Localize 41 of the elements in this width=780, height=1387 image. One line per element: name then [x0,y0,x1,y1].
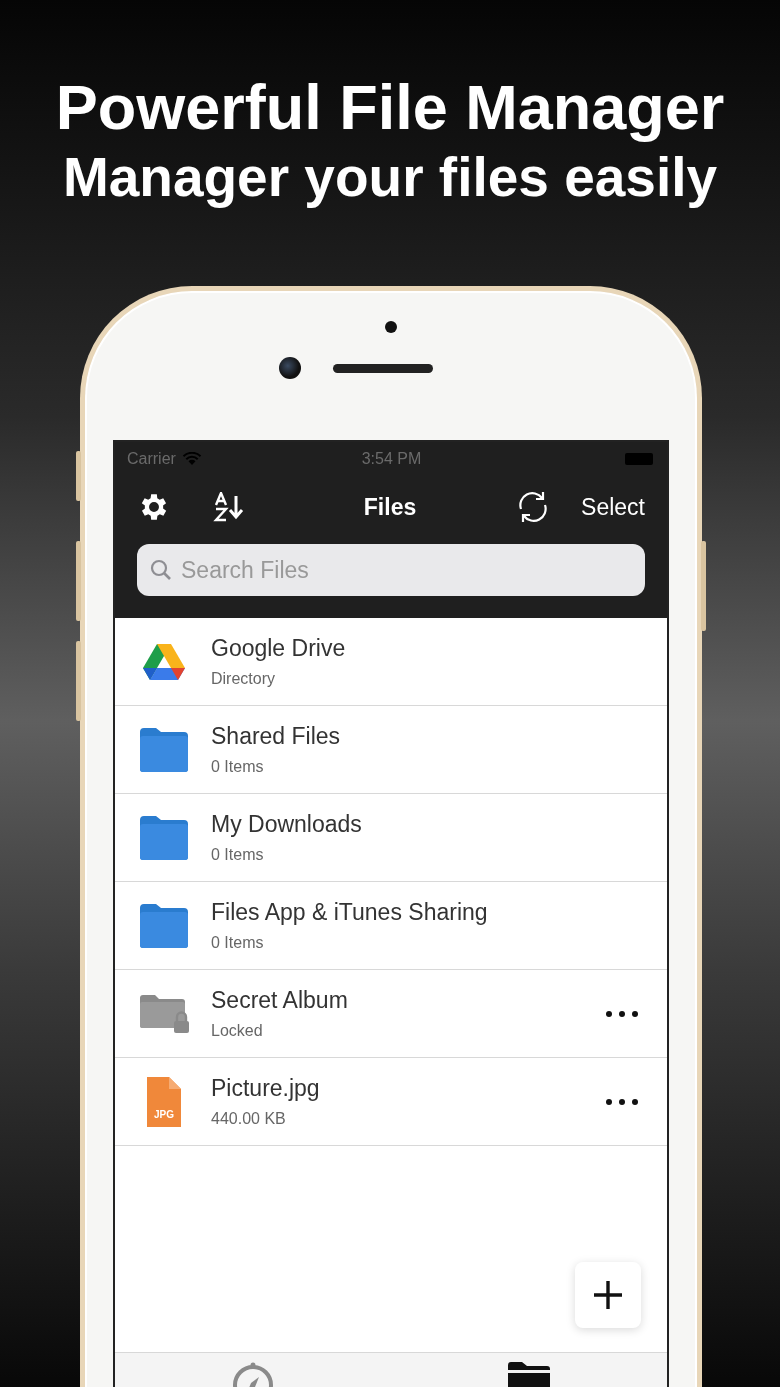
file-detail: 0 Items [211,934,265,952]
file-row[interactable]: My Downloads 0 Items [115,794,667,882]
file-name: Shared Files [211,723,342,750]
carrier-label: Carrier [127,450,176,468]
headline: Manager your files easily [62,146,718,208]
file-detail: 0 Items [211,758,265,776]
sort-icon[interactable] [213,492,245,522]
file-row[interactable]: JPG Picture.jpg 440.00 KB [115,1058,667,1146]
locked-folder-icon [138,993,190,1034]
file-name: Google Drive [211,635,347,662]
file-name: Files App & iTunes Sharing [211,899,489,926]
screen-title: Files [363,493,417,521]
folder-icon [138,726,190,773]
more-icon[interactable] [605,1009,639,1018]
speaker-icon [333,363,433,373]
sensor-icon [385,321,397,333]
jpg-file-icon: JPG [146,1075,182,1128]
search-field[interactable]: Search Files [137,544,645,596]
camera-icon [279,357,301,379]
file-detail: Directory [211,670,276,688]
file-detail: Locked [211,1022,264,1040]
status-time: 3:54 PM [361,450,422,468]
file-name: My Downloads [211,811,363,838]
file-detail: 0 Items [211,846,265,864]
add-button[interactable] [575,1262,641,1328]
file-name: Picture.jpg [211,1075,321,1102]
file-detail: 440.00 KB [211,1110,287,1128]
folder-icon [138,902,190,949]
more-icon[interactable] [605,1097,639,1106]
triangle-icon [142,642,186,681]
file-row[interactable]: Google Drive Directory [115,618,667,706]
select-button[interactable]: Select [581,493,645,521]
file-row[interactable]: Shared Files 0 Items [115,706,667,794]
folder-icon [138,814,190,861]
file-name: Secret Album [211,987,349,1014]
battery-icon [625,453,655,465]
headline: Powerful File Manager [55,74,725,140]
file-row[interactable]: Secret Album Locked [115,970,667,1058]
plus-icon [592,1279,624,1311]
wifi-icon [181,452,202,466]
file-row[interactable]: Files App & iTunes Sharing 0 Items [115,882,667,970]
